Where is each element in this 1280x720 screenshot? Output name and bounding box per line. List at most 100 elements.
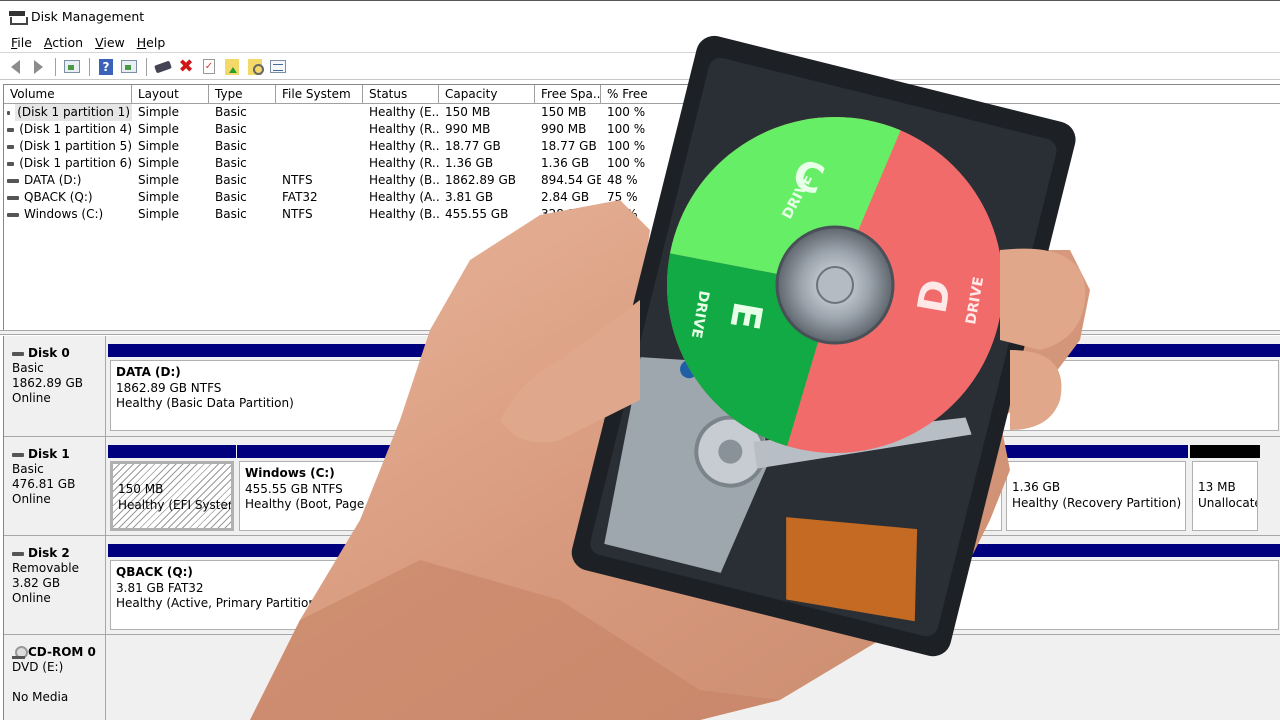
forward-button[interactable] <box>27 56 49 78</box>
show-hide-console-tree-button[interactable] <box>61 56 83 78</box>
volume-name: QBACK (Q:) <box>24 190 93 204</box>
volume-list: Volume Layout Type File System Status Ca… <box>3 84 1280 330</box>
column-header-free-space[interactable]: Free Spa... <box>535 85 601 103</box>
disk-icon <box>12 551 24 556</box>
connect-button[interactable] <box>152 56 174 78</box>
unallocated-bar <box>1190 445 1260 458</box>
cell-free-space: 328.26 GB <box>541 207 601 221</box>
volume-icon <box>7 144 15 149</box>
cell-capacity: 3.81 GB <box>445 190 494 204</box>
volume-name: (Disk 1 partition 6) <box>19 156 132 170</box>
column-header-status[interactable]: Status <box>363 85 439 103</box>
help-button[interactable]: ? <box>95 56 117 78</box>
cell-free-space: 18.77 GB <box>541 139 597 153</box>
menu-help[interactable]: Help <box>131 35 172 50</box>
list-view-button[interactable] <box>267 56 289 78</box>
cell-percent-free: 100 % <box>607 122 646 136</box>
menu-bar: File Action View Help <box>0 32 1280 53</box>
partition-bar <box>237 445 1004 458</box>
cell-free-space: 150 MB <box>541 105 587 119</box>
partition-title: DATA (D:) <box>116 365 181 379</box>
volume-list-body: (Disk 1 partition 1) Simple Basic Healthy (… <box>4 104 1280 223</box>
partition-efi[interactable]: 150 MB Healthy (EFI System Partition) <box>108 445 236 533</box>
disk-name: Disk 2 <box>28 546 70 560</box>
column-header-capacity[interactable]: Capacity <box>439 85 535 103</box>
pane-splitter[interactable] <box>0 330 1280 335</box>
partition-unallocated[interactable]: 13 MB Unallocated <box>1190 445 1260 533</box>
menu-view[interactable]: View <box>89 35 131 50</box>
disk-name: Disk 1 <box>28 447 70 461</box>
column-header-file-system[interactable]: File System <box>276 85 363 103</box>
cell-percent-free: 48 % <box>607 173 638 187</box>
disk-label-1[interactable]: Disk 1 Basic 476.81 GB Online <box>4 437 106 535</box>
volume-icon <box>7 110 11 115</box>
menu-action[interactable]: Action <box>38 35 89 50</box>
volume-row[interactable]: Windows (C:) Simple Basic NTFS Healthy (B...… <box>4 206 1280 223</box>
column-header-percent-free[interactable]: % Free <box>601 85 693 103</box>
disk-label-2[interactable]: Disk 2 Removable 3.82 GB Online <box>4 536 106 634</box>
partition-size: 3.81 GB FAT32 <box>116 580 204 595</box>
cell-type: Basic <box>215 122 247 136</box>
properties-button[interactable]: ✓ <box>198 56 220 78</box>
toolbar-separator <box>89 57 90 76</box>
properties-icon: ✓ <box>203 59 215 74</box>
cell-volume: (Disk 1 partition 1) <box>4 104 132 121</box>
partition-status: Healthy (Recovery Partition) <box>1012 495 1182 510</box>
partition-qback-q[interactable]: QBACK (Q:) 3.81 GB FAT32 Healthy (Active… <box>108 544 1280 632</box>
volume-icon <box>7 161 15 166</box>
cell-capacity: 1862.89 GB <box>445 173 516 187</box>
cell-percent-free: 72 % <box>607 207 638 221</box>
partition-status: Healthy (EFI System Partition) <box>118 497 231 512</box>
cell-file-system: NTFS <box>282 173 313 187</box>
partition-data-d[interactable]: DATA (D:) 1862.89 GB NTFS Healthy (Basic… <box>108 344 1280 432</box>
volume-row[interactable]: (Disk 1 partition 1) Simple Basic Healthy (… <box>4 104 1280 121</box>
volume-icon <box>7 212 19 217</box>
cell-free-space: 1.36 GB <box>541 156 590 170</box>
open-button[interactable] <box>221 56 243 78</box>
help-icon: ? <box>99 58 113 75</box>
column-header-layout[interactable]: Layout <box>132 85 209 103</box>
cell-volume: DATA (D:) <box>4 172 132 189</box>
disk-name: CD-ROM 0 <box>28 645 96 659</box>
cell-status: Healthy (R... <box>369 156 439 170</box>
cell-layout: Simple <box>138 207 179 221</box>
delete-button[interactable]: ✖ <box>175 56 197 78</box>
volume-row[interactable]: DATA (D:) Simple Basic NTFS Healthy (B... 186… <box>4 172 1280 189</box>
partition-bar <box>108 544 1280 557</box>
volume-list-header: Volume Layout Type File System Status Ca… <box>4 85 1280 104</box>
menu-file[interactable]: File <box>5 35 38 50</box>
show-hide-action-pane-icon <box>121 60 137 73</box>
back-button[interactable] <box>4 56 26 78</box>
partition-recovery[interactable]: 1.36 GB Healthy (Recovery Partition) <box>1004 445 1188 533</box>
volume-row[interactable]: (Disk 1 partition 6) Simple Basic Healthy (… <box>4 155 1280 172</box>
cell-layout: Simple <box>138 156 179 170</box>
partition-size: 13 MB <box>1198 480 1236 494</box>
volume-row[interactable]: (Disk 1 partition 5) Simple Basic Healthy (… <box>4 138 1280 155</box>
cell-volume: (Disk 1 partition 6) <box>4 155 132 172</box>
column-header-type[interactable]: Type <box>209 85 276 103</box>
volume-row[interactable]: (Disk 1 partition 4) Simple Basic Healthy (… <box>4 121 1280 138</box>
partition-windows-c[interactable]: Windows (C:) 455.55 GB NTFS Healthy (Boo… <box>237 445 1004 533</box>
disk-size: 1862.89 GB <box>12 376 83 390</box>
disk-label-0[interactable]: Disk 0 Basic 1862.89 GB Online <box>4 336 106 436</box>
volume-icon <box>7 178 19 183</box>
column-header-volume[interactable]: Volume <box>4 85 132 103</box>
cell-file-system: FAT32 <box>282 190 318 204</box>
show-hide-action-pane-button[interactable] <box>118 56 140 78</box>
disk-management-icon <box>9 10 28 25</box>
volume-row[interactable]: QBACK (Q:) Simple Basic FAT32 Healthy (A... 3… <box>4 189 1280 206</box>
disk-state: Online <box>12 391 51 405</box>
cell-volume: QBACK (Q:) <box>4 189 132 206</box>
title-bar: Disk Management <box>0 0 1280 32</box>
cell-type: Basic <box>215 190 247 204</box>
partition-status: Healthy (Active, Primary Partition) <box>116 596 321 610</box>
disk-label-cdrom[interactable]: CD-ROM 0 DVD (E:) No Media <box>4 635 106 720</box>
toolbar-separator <box>55 57 56 76</box>
disk-size: 476.81 GB <box>12 477 76 491</box>
explore-button[interactable] <box>244 56 266 78</box>
cd-rom-icon <box>12 645 28 660</box>
partition-status: Healthy (Basic Data Partition) <box>116 396 294 410</box>
volume-name: DATA (D:) <box>24 173 82 187</box>
disk-state: Online <box>12 492 51 506</box>
toolbar-separator <box>146 57 147 76</box>
